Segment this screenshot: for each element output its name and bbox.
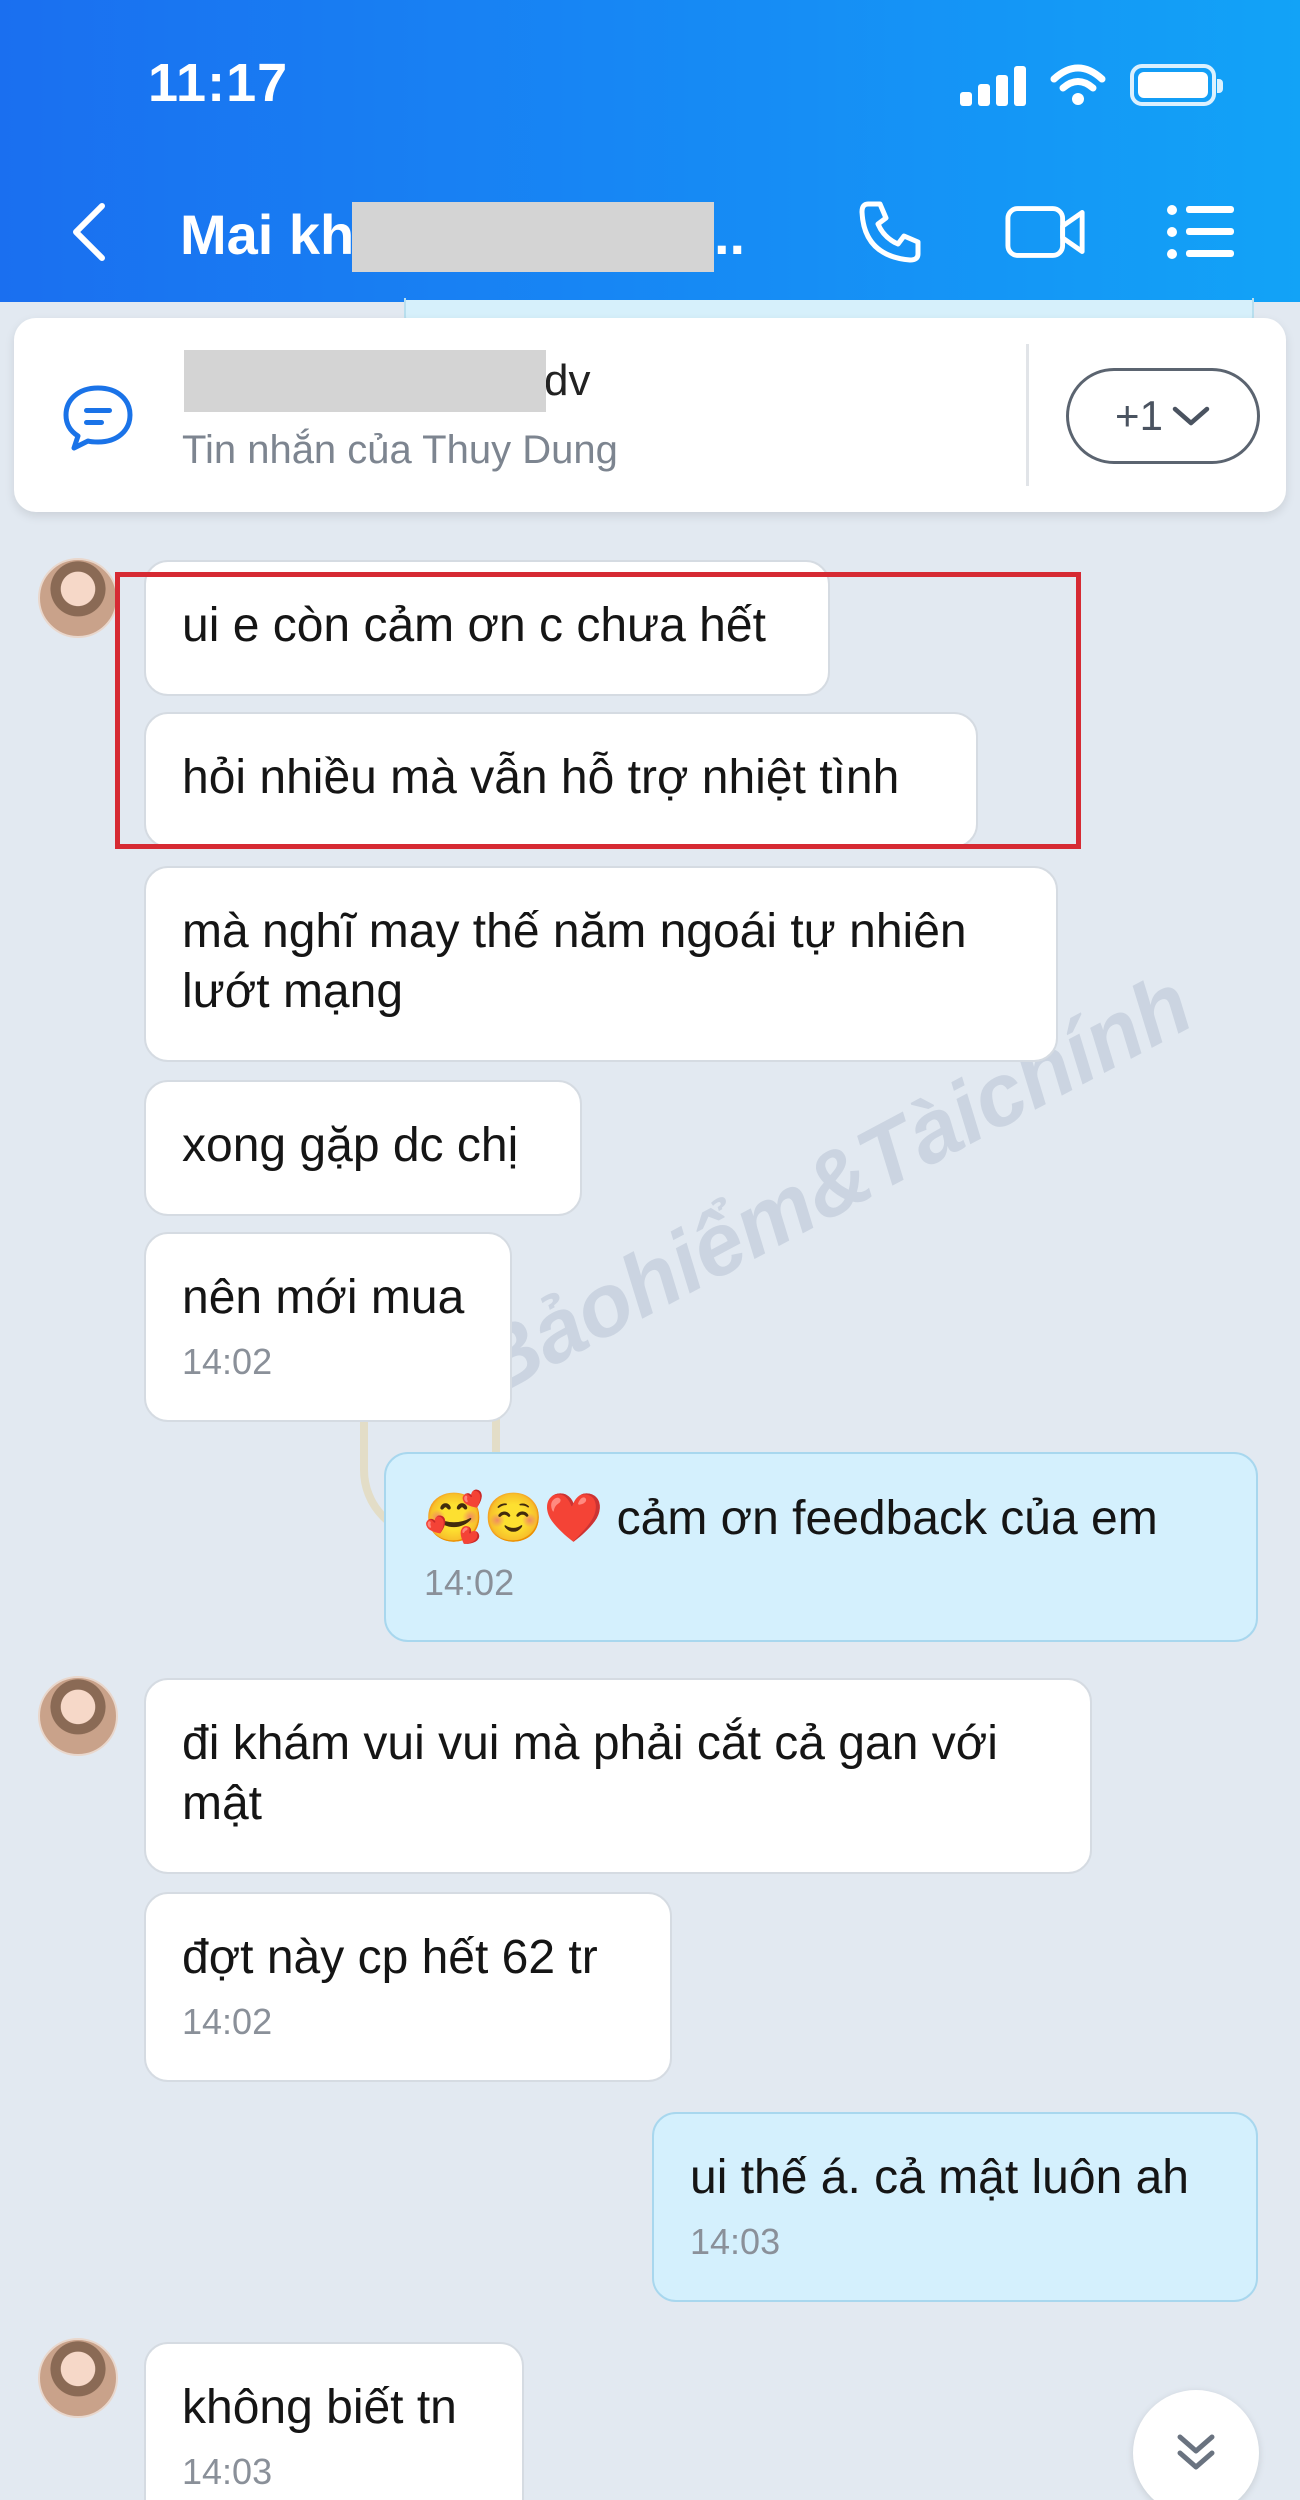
title-ellipsis: .. — [714, 203, 746, 266]
status-icons — [960, 62, 1223, 108]
menu-list-icon — [1167, 205, 1234, 259]
pinned-message-icon — [63, 385, 133, 451]
pinned-message-card[interactable]: dv Tin nhắn của Thuy Dung +1 — [14, 318, 1286, 512]
video-call-button[interactable] — [1004, 196, 1088, 268]
redaction-block — [352, 202, 714, 272]
message-bubble-outgoing[interactable]: 🥰☺️❤️ cảm ơn feedback của em 14:02 — [384, 1452, 1258, 1642]
chat-header: 11:17 Mai kh .. — [0, 0, 1300, 302]
pinned-subtitle: Tin nhắn của Thuy Dung — [182, 428, 618, 472]
redaction-block — [184, 350, 546, 412]
chevron-down-icon — [1172, 406, 1210, 426]
avatar[interactable] — [38, 2338, 118, 2418]
message-text: đợt này cp hết 62 tr — [182, 1931, 598, 1984]
back-button[interactable] — [66, 192, 126, 272]
message-bubble-outgoing[interactable]: ui thế á. cả mật luôn ah 14:03 — [652, 2112, 1258, 2302]
video-call-icon — [1005, 206, 1085, 258]
message-time: 14:03 — [182, 2451, 273, 2492]
scroll-to-bottom-button[interactable] — [1133, 2390, 1259, 2500]
message-text: cảm ơn feedback của em — [603, 1492, 1158, 1545]
message-text: nên mới mua — [182, 1271, 465, 1324]
cellular-signal-icon — [960, 64, 1026, 106]
back-icon — [73, 203, 105, 261]
pinned-more-button[interactable]: +1 — [1066, 368, 1260, 464]
message-bubble[interactable]: không biết tn 14:03 — [144, 2342, 524, 2500]
divider — [1026, 344, 1029, 486]
avatar[interactable] — [38, 1676, 118, 1756]
chat-options-button[interactable] — [1158, 196, 1242, 268]
message-time: 14:02 — [182, 1341, 273, 1382]
highlight-annotation — [115, 572, 1081, 849]
message-time: 14:03 — [690, 2221, 781, 2262]
pinned-more-label: +1 — [1115, 392, 1163, 439]
message-time: 14:02 — [182, 2001, 273, 2042]
pinned-title-text: dv — [544, 356, 591, 405]
battery-icon — [1130, 64, 1223, 106]
message-text: đi khám vui vui mà phải cắt cả gan với m… — [182, 1717, 998, 1830]
message-bubble[interactable]: nên mới mua 14:02 — [144, 1232, 512, 1422]
double-chevron-down-icon — [1177, 2434, 1215, 2470]
message-text: ui thế á. cả mật luôn ah — [690, 2151, 1189, 2204]
message-bubble[interactable]: đi khám vui vui mà phải cắt cả gan với m… — [144, 1678, 1092, 1874]
phone-icon — [859, 201, 921, 263]
message-time: 14:02 — [424, 1562, 515, 1603]
emoji-reaction: 🥰☺️❤️ — [424, 1490, 604, 1546]
avatar[interactable] — [38, 558, 118, 638]
chat-title[interactable]: Mai kh — [180, 202, 354, 267]
message-bubble[interactable]: xong gặp dc chị — [144, 1080, 582, 1216]
wifi-icon — [1050, 64, 1106, 105]
status-time: 11:17 — [148, 53, 289, 113]
message-text: không biết tn — [182, 2381, 457, 2434]
message-text: xong gặp dc chị — [182, 1119, 519, 1172]
voice-call-button[interactable] — [848, 196, 932, 268]
message-text: mà nghĩ may thế năm ngoái tự nhiên lướt … — [182, 905, 967, 1018]
message-bubble[interactable]: đợt này cp hết 62 tr 14:02 — [144, 1892, 672, 2082]
message-bubble[interactable]: mà nghĩ may thế năm ngoái tự nhiên lướt … — [144, 866, 1058, 1062]
